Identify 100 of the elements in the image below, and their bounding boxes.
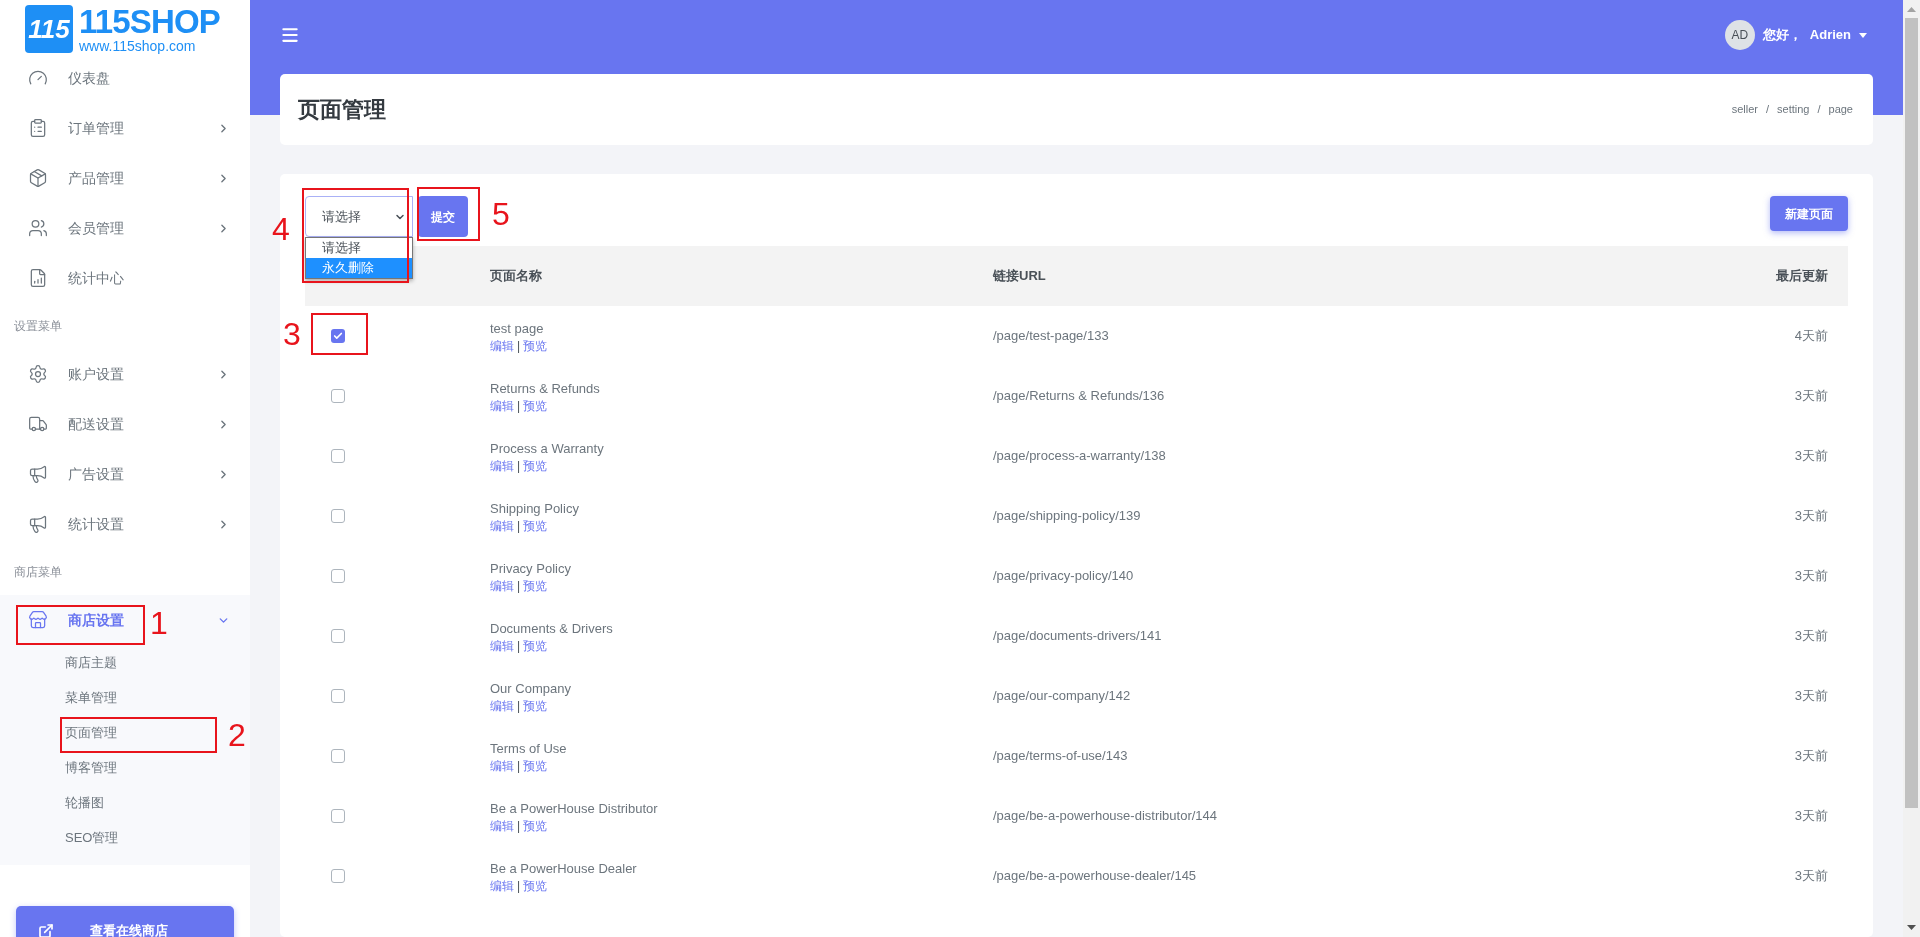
row-checkbox[interactable] — [331, 809, 345, 823]
users-icon — [28, 218, 48, 238]
updated-time: 3天前 — [1794, 628, 1828, 644]
link-separator: | — [517, 757, 521, 774]
submenu-item[interactable]: 轮播图 — [65, 792, 104, 813]
menu-icon[interactable] — [280, 25, 300, 45]
edit-link[interactable]: 编辑 — [490, 757, 514, 774]
nav-item[interactable]: 会员管理 — [68, 219, 124, 236]
edit-link[interactable]: 编辑 — [490, 517, 514, 534]
row-checkbox[interactable] — [331, 329, 345, 343]
dropdown-option[interactable]: 请选择 — [306, 238, 412, 258]
check-icon — [333, 331, 343, 341]
nav-item[interactable]: 配送设置 — [68, 415, 124, 432]
submenu-item[interactable]: 页面管理 — [65, 722, 117, 743]
preview-link[interactable]: 预览 — [523, 457, 548, 474]
column-header: 最后更新 — [1776, 268, 1828, 284]
page-name: Be a PowerHouse Distributor — [490, 799, 659, 818]
updated-time: 4天前 — [1794, 328, 1828, 344]
breadcrumb-item: page — [1828, 102, 1853, 118]
row-checkbox[interactable] — [331, 509, 345, 523]
row-checkbox[interactable] — [331, 569, 345, 583]
edit-link[interactable]: 编辑 — [490, 397, 514, 414]
nav-item[interactable]: 仪表盘 — [68, 69, 110, 86]
annotation-frame — [311, 313, 368, 355]
updated-time: 3天前 — [1794, 568, 1828, 584]
breadcrumb-item[interactable]: seller — [1731, 101, 1758, 118]
page-url: /page/shipping-policy/139 — [993, 508, 1141, 524]
page-name: test page — [490, 319, 545, 338]
nav-item[interactable]: 账户设置 — [68, 365, 124, 382]
page-name: Process a Warranty — [490, 439, 605, 458]
updated-time: 3天前 — [1794, 688, 1828, 704]
breadcrumb-separator: / — [1817, 102, 1821, 118]
updated-time: 3天前 — [1794, 868, 1828, 884]
edit-link[interactable]: 编辑 — [490, 637, 514, 654]
store-icon — [28, 610, 48, 630]
annotation-number: 3 — [283, 315, 301, 353]
page-url: /page/our-company/142 — [993, 688, 1131, 704]
updated-time: 3天前 — [1794, 808, 1828, 824]
edit-link[interactable]: 编辑 — [490, 337, 514, 354]
view-store-button[interactable]: 查看在线商店 — [16, 906, 234, 937]
link-separator: | — [517, 877, 521, 894]
chart-file-icon — [28, 268, 48, 288]
edit-link[interactable]: 编辑 — [490, 817, 514, 834]
breadcrumb-separator: / — [1765, 102, 1770, 118]
preview-link[interactable]: 预览 — [523, 817, 548, 834]
annotation-number: 4 — [272, 210, 290, 248]
scrollbar-drawing[interactable] — [1903, 0, 1920, 937]
column-header: 链接URL — [993, 268, 1046, 284]
page-name: Returns & Refunds — [490, 379, 601, 398]
annotation-number: 2 — [228, 716, 246, 754]
logo-brand: 115SHOP — [79, 5, 220, 38]
nav-item[interactable]: 产品管理 — [68, 169, 124, 186]
preview-link[interactable]: 预览 — [523, 877, 548, 894]
page-name: Our Company — [490, 679, 572, 698]
row-checkbox[interactable] — [331, 749, 345, 763]
edit-link[interactable]: 编辑 — [490, 457, 514, 474]
row-checkbox[interactable] — [331, 689, 345, 703]
updated-time: 3天前 — [1794, 508, 1828, 524]
submit-button[interactable]: 提交 — [418, 196, 468, 237]
row-checkbox[interactable] — [331, 869, 345, 883]
preview-link[interactable]: 预览 — [523, 697, 548, 714]
dropdown-option[interactable]: 永久删除 — [306, 258, 412, 278]
link-separator: | — [517, 637, 521, 654]
nav-item[interactable]: 统计设置 — [68, 515, 124, 532]
section-heading: 设置菜单 — [14, 318, 62, 335]
nav-item[interactable]: 订单管理 — [68, 119, 124, 136]
edit-link[interactable]: 编辑 — [490, 577, 514, 594]
clipboard-icon — [28, 118, 48, 138]
page-name: Terms of Use — [490, 739, 568, 758]
edit-link[interactable]: 编辑 — [490, 877, 514, 894]
logo-url: www.115shop.com — [79, 39, 197, 53]
submenu-item[interactable]: 菜单管理 — [65, 687, 117, 708]
caret-icon — [1859, 32, 1867, 38]
submenu-item[interactable]: 博客管理 — [65, 757, 117, 778]
preview-link[interactable]: 预览 — [523, 337, 548, 354]
logo-mark: 115 — [25, 5, 73, 53]
submenu-item[interactable]: 商店主题 — [65, 652, 117, 673]
link-separator: | — [517, 457, 521, 474]
preview-link[interactable]: 预览 — [523, 637, 548, 654]
new-page-button[interactable]: 新建页面 — [1770, 196, 1848, 231]
preview-link[interactable]: 预览 — [523, 517, 548, 534]
nav-item[interactable]: 广告设置 — [68, 465, 124, 482]
page-url: /page/be-a-powerhouse-distributor/144 — [993, 808, 1218, 824]
row-checkbox[interactable] — [331, 389, 345, 403]
nav-item[interactable]: 统计中心 — [68, 269, 124, 286]
link-separator: | — [517, 577, 521, 594]
edit-link[interactable]: 编辑 — [490, 697, 514, 714]
breadcrumb-item[interactable]: setting — [1777, 101, 1810, 118]
preview-link[interactable]: 预览 — [523, 577, 548, 594]
page-name: Documents & Drivers — [490, 619, 614, 638]
annotation-number: 1 — [150, 604, 168, 642]
user-avatar[interactable]: AD — [1724, 20, 1755, 50]
nav-item[interactable]: 商店设置 — [68, 611, 124, 628]
preview-link[interactable]: 预览 — [523, 397, 548, 414]
preview-link[interactable]: 预览 — [523, 757, 548, 774]
submenu-item[interactable]: SEO管理 — [65, 827, 119, 848]
select-field[interactable]: 请选择 — [305, 196, 413, 237]
user-name[interactable]: Adrien — [1809, 25, 1851, 45]
row-checkbox[interactable] — [331, 449, 345, 463]
row-checkbox[interactable] — [331, 629, 345, 643]
